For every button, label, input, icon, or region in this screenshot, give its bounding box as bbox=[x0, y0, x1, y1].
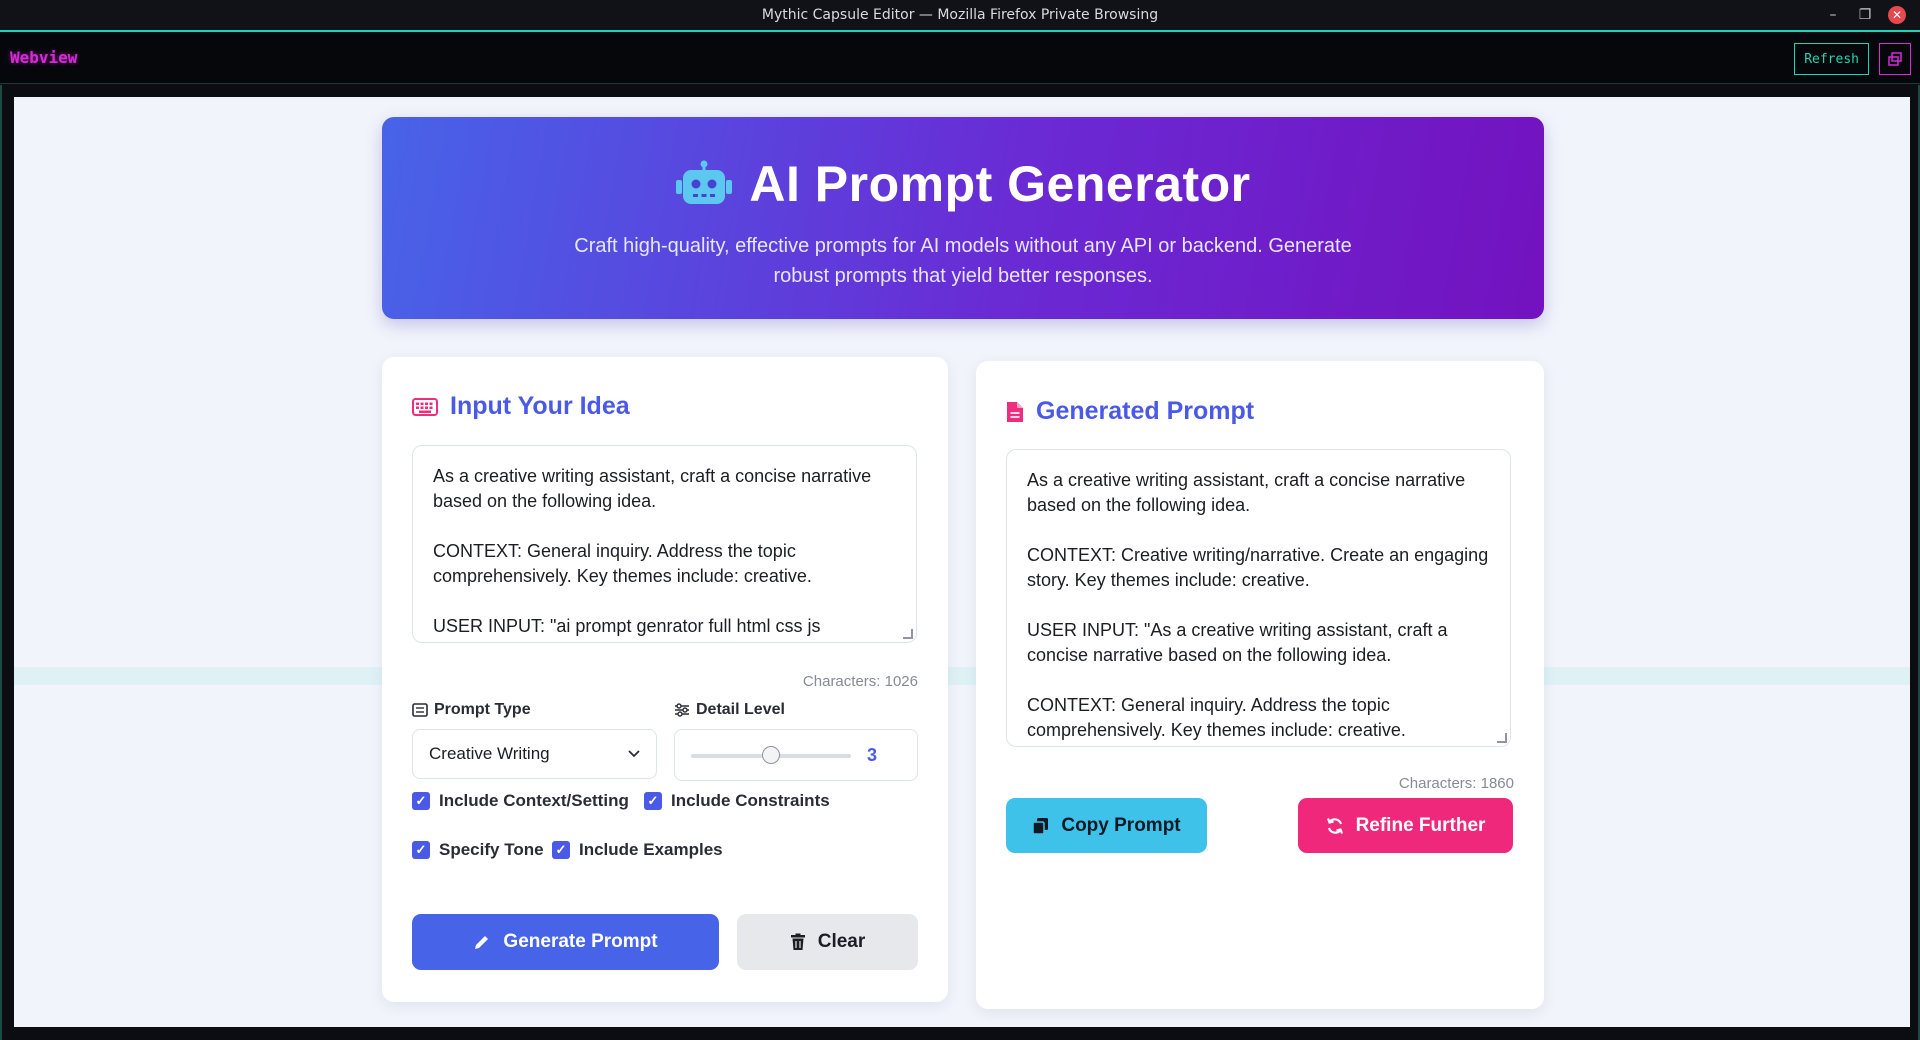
trash-icon bbox=[790, 933, 805, 950]
prompt-type-selected: Creative Writing bbox=[429, 744, 550, 763]
clear-label: Clear bbox=[817, 931, 866, 952]
generate-prompt-button[interactable]: Generate Prompt bbox=[412, 914, 719, 970]
window-controls: – ❐ ✕ bbox=[1824, 6, 1906, 24]
refine-further-button[interactable]: Refine Further bbox=[1298, 798, 1513, 853]
output-card-title: Generated Prompt bbox=[1036, 397, 1255, 425]
webview-frame: AI Prompt Generator Craft high-quality, … bbox=[0, 85, 1920, 1040]
prompt-type-label: Prompt Type bbox=[412, 701, 531, 719]
output-card-heading: Generated Prompt bbox=[1006, 397, 1254, 426]
webview-label: Webview bbox=[10, 48, 78, 67]
input-char-count: Characters: 1026 bbox=[802, 673, 918, 690]
generated-prompt-output[interactable]: As a creative writing assistant, craft a… bbox=[1006, 449, 1511, 747]
window-titlebar: Mythic Capsule Editor — Mozilla Firefox … bbox=[0, 0, 1920, 32]
checkbox-label: Specify Tone bbox=[439, 840, 544, 859]
prompt-type-label-text: Prompt Type bbox=[434, 701, 531, 718]
checkbox-checked-icon[interactable]: ✓ bbox=[552, 841, 570, 859]
input-card-heading: Input Your Idea bbox=[412, 392, 630, 421]
window-title: Mythic Capsule Editor — Mozilla Firefox … bbox=[761, 7, 1159, 23]
hero-title-row: AI Prompt Generator bbox=[382, 155, 1544, 213]
refresh-icon bbox=[1326, 817, 1343, 834]
refresh-button[interactable]: Refresh bbox=[1794, 43, 1869, 75]
chevron-down-icon bbox=[628, 750, 640, 758]
minimize-icon[interactable]: – bbox=[1824, 6, 1842, 24]
detail-level-label: Detail Level bbox=[674, 701, 785, 719]
detail-level-value: 3 bbox=[867, 745, 878, 765]
generate-prompt-label: Generate Prompt bbox=[503, 931, 658, 952]
checkbox-label: Include Constraints bbox=[671, 791, 830, 810]
list-icon bbox=[412, 703, 428, 717]
include-constraints-checkbox[interactable]: ✓ Include Constraints bbox=[644, 791, 830, 811]
input-card-title: Input Your Idea bbox=[450, 392, 630, 420]
output-char-count: Characters: 1860 bbox=[1398, 775, 1514, 792]
robot-icon bbox=[676, 160, 733, 204]
checkbox-checked-icon[interactable]: ✓ bbox=[644, 792, 662, 810]
close-icon[interactable]: ✕ bbox=[1888, 6, 1906, 24]
include-examples-checkbox[interactable]: ✓ Include Examples bbox=[552, 840, 723, 860]
maximize-icon[interactable]: ❐ bbox=[1856, 6, 1874, 24]
popout-icon[interactable] bbox=[1879, 43, 1911, 75]
pencil-icon bbox=[475, 936, 489, 949]
hero-banner: AI Prompt Generator Craft high-quality, … bbox=[382, 117, 1544, 319]
output-card: Generated Prompt As a creative writing a… bbox=[976, 361, 1544, 1009]
copy-icon bbox=[1032, 817, 1049, 835]
copy-prompt-button[interactable]: Copy Prompt bbox=[1006, 798, 1207, 853]
checkbox-label: Include Context/Setting bbox=[439, 791, 629, 810]
checkbox-label: Include Examples bbox=[579, 840, 723, 859]
checkbox-checked-icon[interactable]: ✓ bbox=[412, 841, 430, 859]
hero-subtitle: Craft high-quality, effective prompts fo… bbox=[574, 235, 1352, 287]
checkbox-checked-icon[interactable]: ✓ bbox=[412, 792, 430, 810]
document-icon bbox=[1007, 401, 1023, 422]
idea-input[interactable]: As a creative writing assistant, craft a… bbox=[412, 445, 917, 643]
highlight-band bbox=[14, 667, 1910, 685]
resize-handle-icon[interactable] bbox=[1497, 733, 1507, 743]
detail-level-label-text: Detail Level bbox=[696, 701, 785, 718]
keyboard-icon bbox=[412, 397, 438, 416]
resize-handle-icon[interactable] bbox=[903, 629, 913, 639]
sliders-icon bbox=[675, 703, 689, 717]
detail-level-control: 3 bbox=[674, 729, 918, 781]
prompt-type-select[interactable]: Creative Writing bbox=[412, 729, 657, 779]
webview-toolbar: Webview Refresh bbox=[0, 34, 1920, 84]
page: AI Prompt Generator Craft high-quality, … bbox=[14, 97, 1910, 1027]
refine-further-label: Refine Further bbox=[1355, 814, 1486, 836]
copy-prompt-label: Copy Prompt bbox=[1061, 814, 1181, 836]
clear-button[interactable]: Clear bbox=[737, 914, 918, 970]
page-title: AI Prompt Generator bbox=[749, 156, 1251, 212]
detail-level-thumb[interactable] bbox=[762, 746, 780, 764]
input-card: Input Your Idea As a creative writing as… bbox=[382, 357, 948, 1002]
include-context-checkbox[interactable]: ✓ Include Context/Setting bbox=[412, 791, 629, 811]
specify-tone-checkbox[interactable]: ✓ Specify Tone bbox=[412, 840, 544, 860]
